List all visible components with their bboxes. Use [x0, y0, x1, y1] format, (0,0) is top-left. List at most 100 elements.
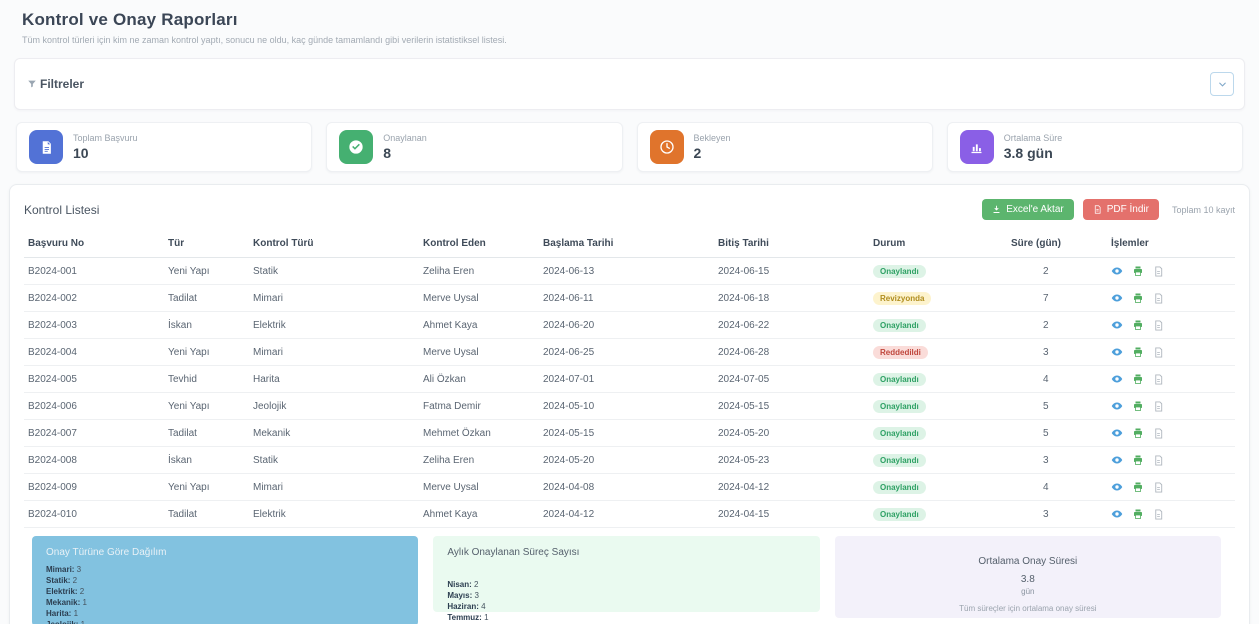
file-icon[interactable] — [1153, 266, 1166, 277]
stat-value: 3.8 gün — [1004, 145, 1063, 161]
cell-bitis-tarihi: 2024-06-15 — [714, 258, 869, 285]
total-records-label: Toplam 10 kayıt — [1172, 205, 1235, 215]
status-badge: Reddedildi — [873, 346, 928, 359]
file-icon[interactable] — [1153, 320, 1166, 331]
control-list-card: Kontrol Listesi Excel'e Aktar PDF İndir … — [9, 184, 1250, 624]
cell-kontrol-turu: Elektrik — [249, 312, 419, 339]
print-icon[interactable] — [1132, 481, 1145, 493]
summary-item-value: 1 — [482, 613, 489, 622]
print-icon[interactable] — [1132, 346, 1145, 358]
filter-funnel-icon — [27, 79, 37, 89]
view-icon[interactable] — [1111, 481, 1124, 493]
stat-label: Toplam Başvuru — [73, 133, 138, 143]
summary-title: Onay Türüne Göre Dağılım — [46, 547, 404, 558]
cell-islemler — [1107, 339, 1235, 366]
table-body: B2024-001 Yeni Yapı Statik Zeliha Eren 2… — [24, 258, 1235, 528]
table-header-row: Başvuru No Tür Kontrol Türü Kontrol Eden… — [24, 232, 1235, 258]
cell-sure: 3 — [1007, 339, 1107, 366]
view-icon[interactable] — [1111, 319, 1124, 331]
view-icon[interactable] — [1111, 400, 1124, 412]
file-icon[interactable] — [1153, 455, 1166, 466]
cell-sure: 4 — [1007, 474, 1107, 501]
cell-islemler — [1107, 258, 1235, 285]
file-icon[interactable] — [1153, 509, 1166, 520]
print-icon[interactable] — [1132, 373, 1145, 385]
summary-item-value: 3 — [472, 591, 479, 600]
file-icon[interactable] — [1153, 428, 1166, 439]
cell-bitis-tarihi: 2024-06-18 — [714, 285, 869, 312]
cell-durum: Reddedildi — [869, 339, 1007, 366]
cell-sure: 4 — [1007, 366, 1107, 393]
cell-kontrol-turu: Mekanik — [249, 420, 419, 447]
view-icon[interactable] — [1111, 508, 1124, 520]
cell-kontrol-eden: Zeliha Eren — [419, 258, 539, 285]
view-icon[interactable] — [1111, 427, 1124, 439]
cell-basvuru-no: B2024-009 — [24, 474, 164, 501]
cell-tur: Yeni Yapı — [164, 339, 249, 366]
summary-item-label: Statik: — [46, 576, 70, 585]
print-icon[interactable] — [1132, 265, 1145, 277]
print-icon[interactable] — [1132, 319, 1145, 331]
download-pdf-button[interactable]: PDF İndir — [1083, 199, 1159, 220]
print-icon[interactable] — [1132, 427, 1145, 439]
summary-item-value: 2 — [70, 576, 77, 585]
summary-item: Nisan: 2 — [447, 579, 805, 590]
filters-header[interactable]: Filtreler — [25, 77, 84, 91]
file-icon[interactable] — [1153, 401, 1166, 412]
cell-kontrol-eden: Mehmet Özkan — [419, 420, 539, 447]
summary-item-value: 1 — [80, 598, 87, 607]
file-icon[interactable] — [1153, 482, 1166, 493]
cell-durum: Onaylandı — [869, 366, 1007, 393]
export-excel-button[interactable]: Excel'e Aktar — [982, 199, 1074, 220]
file-icon[interactable] — [1153, 374, 1166, 385]
check-circle-icon — [339, 130, 373, 164]
cell-durum: Onaylandı — [869, 258, 1007, 285]
list-header: Kontrol Listesi Excel'e Aktar PDF İndir … — [24, 199, 1235, 220]
cell-kontrol-eden: Ali Özkan — [419, 366, 539, 393]
download-icon — [992, 205, 1001, 214]
summary-item-value: 2 — [472, 580, 479, 589]
table-row: B2024-008 İskan Statik Zeliha Eren 2024-… — [24, 447, 1235, 474]
stat-value: 8 — [383, 145, 427, 161]
cell-tur: İskan — [164, 312, 249, 339]
cell-tur: Tevhid — [164, 366, 249, 393]
cell-sure: 3 — [1007, 447, 1107, 474]
cell-kontrol-eden: Merve Uysal — [419, 339, 539, 366]
cell-bitis-tarihi: 2024-04-15 — [714, 501, 869, 528]
table-row: B2024-005 Tevhid Harita Ali Özkan 2024-0… — [24, 366, 1235, 393]
print-icon[interactable] — [1132, 508, 1145, 520]
chevron-down-icon — [1217, 79, 1228, 90]
view-icon[interactable] — [1111, 373, 1124, 385]
cell-durum: Onaylandı — [869, 474, 1007, 501]
cell-basvuru-no: B2024-003 — [24, 312, 164, 339]
file-icon[interactable] — [1153, 347, 1166, 358]
summary-item-label: Haziran: — [447, 602, 479, 611]
cell-bitis-tarihi: 2024-05-20 — [714, 420, 869, 447]
col-header-sure: Süre (gün) — [1007, 232, 1107, 258]
summary-item-value: 1 — [78, 620, 85, 624]
summary-unit: gün — [849, 587, 1207, 596]
cell-tur: Tadilat — [164, 420, 249, 447]
view-icon[interactable] — [1111, 454, 1124, 466]
view-icon[interactable] — [1111, 292, 1124, 304]
filters-collapse-button[interactable] — [1210, 72, 1234, 96]
print-icon[interactable] — [1132, 400, 1145, 412]
col-header-tur: Tür — [164, 232, 249, 258]
stat-card-toplam-basvuru: Toplam Başvuru 10 — [16, 122, 312, 172]
control-table: Başvuru No Tür Kontrol Türü Kontrol Eden… — [24, 232, 1235, 528]
status-badge: Revizyonda — [873, 292, 931, 305]
print-icon[interactable] — [1132, 292, 1145, 304]
file-icon[interactable] — [1153, 293, 1166, 304]
table-row: B2024-003 İskan Elektrik Ahmet Kaya 2024… — [24, 312, 1235, 339]
view-icon[interactable] — [1111, 346, 1124, 358]
cell-basvuru-no: B2024-002 — [24, 285, 164, 312]
print-icon[interactable] — [1132, 454, 1145, 466]
status-badge: Onaylandı — [873, 373, 926, 386]
summary-item: Elektrik: 2 — [46, 586, 404, 597]
view-icon[interactable] — [1111, 265, 1124, 277]
stat-card-onaylanan: Onaylanan 8 — [326, 122, 622, 172]
col-header-islemler: İşlemler — [1107, 232, 1235, 258]
cell-baslama-tarihi: 2024-06-20 — [539, 312, 714, 339]
summary-item-label: Jeolojik: — [46, 620, 78, 624]
cell-islemler — [1107, 393, 1235, 420]
